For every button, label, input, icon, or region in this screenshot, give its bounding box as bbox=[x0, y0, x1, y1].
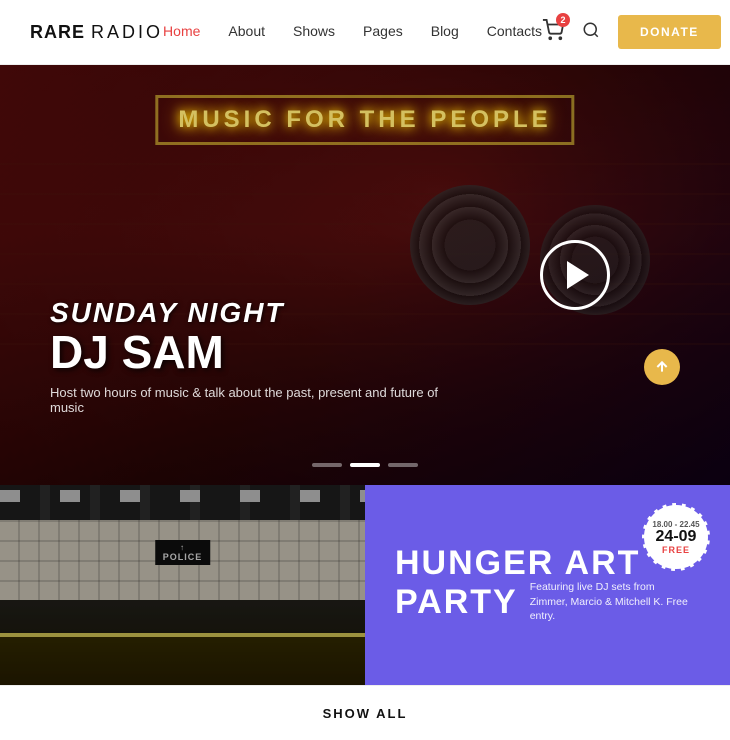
show-all-button[interactable]: SHOW ALL bbox=[323, 706, 408, 721]
event-title-row: PARTY Featuring live DJ sets from Zimmer… bbox=[395, 580, 700, 624]
nav-links: Home About Shows Pages Blog Contacts bbox=[163, 23, 542, 41]
nav-item-blog[interactable]: Blog bbox=[431, 23, 459, 41]
nav-link-blog[interactable]: Blog bbox=[431, 23, 459, 39]
slider-dot-1[interactable] bbox=[312, 463, 342, 467]
slider-dot-3[interactable] bbox=[388, 463, 418, 467]
nav-item-home[interactable]: Home bbox=[163, 23, 200, 41]
hero-subtitle: Sunday Night bbox=[50, 297, 450, 329]
play-button[interactable] bbox=[540, 240, 610, 310]
scroll-up-button[interactable] bbox=[644, 349, 680, 385]
cart-badge: 2 bbox=[556, 13, 570, 27]
arrow-up-icon bbox=[654, 359, 670, 375]
event-description: Featuring live DJ sets from Zimmer, Marc… bbox=[530, 580, 690, 624]
slider-dots bbox=[312, 463, 418, 467]
logo-rare: RARE bbox=[30, 22, 85, 43]
hero-title: DJ SAM bbox=[50, 329, 450, 375]
nav-item-pages[interactable]: Pages bbox=[363, 23, 403, 41]
event-badge: 18.00 - 22.45 24-09 FREE bbox=[642, 503, 710, 571]
nav-item-contacts[interactable]: Contacts bbox=[487, 23, 542, 41]
nav-link-shows[interactable]: Shows bbox=[293, 23, 335, 39]
slider-dot-2[interactable] bbox=[350, 463, 380, 467]
nav-link-about[interactable]: About bbox=[228, 23, 265, 39]
subway-panel: ↑ POLICE bbox=[0, 485, 365, 685]
search-svg bbox=[582, 21, 600, 39]
cart-icon-wrap[interactable]: 2 bbox=[542, 19, 564, 46]
search-icon[interactable] bbox=[582, 21, 600, 44]
subway-dark-overlay bbox=[0, 485, 365, 685]
logo: RARE RADIO bbox=[30, 22, 163, 43]
nav-item-about[interactable]: About bbox=[228, 23, 265, 41]
nav-item-shows[interactable]: Shows bbox=[293, 23, 335, 41]
event-title-party: PARTY bbox=[395, 583, 518, 622]
vinyl-record-1 bbox=[410, 185, 530, 305]
badge-date: 24-09 bbox=[656, 529, 697, 545]
badge-free: FREE bbox=[662, 545, 690, 555]
show-all-bar: SHOW ALL bbox=[0, 685, 730, 740]
nav-right: 2 DONATE bbox=[542, 15, 721, 49]
donate-button[interactable]: DONATE bbox=[618, 15, 721, 49]
hero-section: MUSIC FOR THE PEOPLE Sunday Night DJ SAM… bbox=[0, 65, 730, 485]
neon-sign: MUSIC FOR THE PEOPLE bbox=[155, 95, 574, 145]
hero-description: Host two hours of music & talk about the… bbox=[50, 385, 450, 415]
nav-link-contacts[interactable]: Contacts bbox=[487, 23, 542, 39]
navbar: RARE RADIO Home About Shows Pages Blog C… bbox=[0, 0, 730, 65]
logo-radio: RADIO bbox=[91, 22, 163, 43]
play-arrow-icon bbox=[567, 261, 589, 289]
event-panel: HUNGER ART PARTY Featuring live DJ sets … bbox=[365, 485, 730, 685]
bottom-panels: ↑ POLICE HUNGER ART PARTY Featuring live… bbox=[0, 485, 730, 685]
nav-link-home[interactable]: Home bbox=[163, 23, 200, 39]
hero-content: Sunday Night DJ SAM Host two hours of mu… bbox=[50, 297, 450, 415]
nav-link-pages[interactable]: Pages bbox=[363, 23, 403, 39]
